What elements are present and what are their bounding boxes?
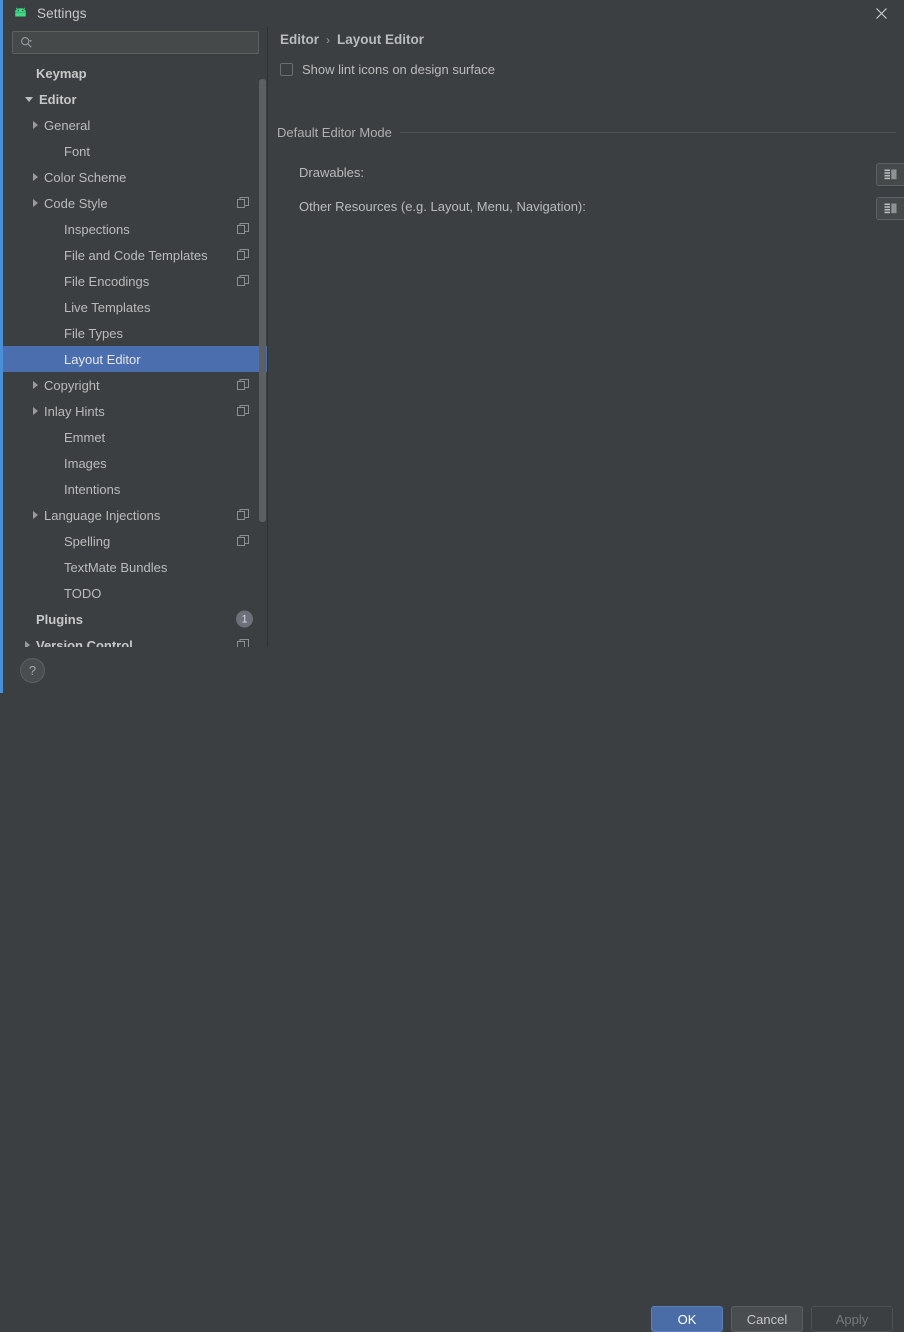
sidebar-item-label: File Types	[64, 325, 124, 341]
sidebar-item-label: Layout Editor	[64, 351, 141, 367]
ok-button[interactable]: OK	[651, 1306, 723, 1332]
show-lint-icons-checkbox-row[interactable]: Show lint icons on design surface	[280, 62, 495, 77]
sidebar-item-label: Copyright	[44, 377, 100, 393]
sidebar-item-code-style[interactable]: Code Style	[3, 190, 267, 216]
split-mode-icon	[884, 203, 898, 215]
sidebar-item-label: Keymap	[36, 65, 87, 81]
sidebar-item-inspections[interactable]: Inspections	[3, 216, 267, 242]
sidebar-item-label: Intentions	[64, 481, 121, 497]
search-icon	[19, 36, 33, 50]
chevron-right-icon[interactable]	[33, 173, 38, 181]
sidebar-item-todo[interactable]: TODO	[3, 580, 267, 606]
settings-tree[interactable]: Keymap Editor General Font Color Scheme Code …	[3, 60, 267, 647]
sidebar-item-spelling[interactable]: Spelling	[3, 528, 267, 554]
show-lint-icons-label: Show lint icons on design surface	[302, 62, 495, 77]
help-button[interactable]: ?	[20, 658, 45, 683]
copy-icon	[236, 404, 250, 418]
sidebar-item-label: File and Code Templates	[64, 247, 208, 263]
sidebar-item-language-injections[interactable]: Language Injections	[3, 502, 267, 528]
copy-icon	[236, 248, 250, 262]
sidebar-item-label: TODO	[64, 585, 102, 601]
sidebar-item-label: Live Templates	[64, 299, 151, 315]
settings-sidebar: Keymap Editor General Font Color Scheme Code …	[3, 27, 268, 647]
sidebar-item-label: Images	[64, 455, 107, 471]
sidebar-item-color-scheme[interactable]: Color Scheme	[3, 164, 267, 190]
default-editor-mode-group-header: Default Editor Mode	[277, 125, 896, 140]
sidebar-item-images[interactable]: Images	[3, 450, 267, 476]
sidebar-item-editor[interactable]: Editor	[3, 86, 267, 112]
sidebar-item-general[interactable]: General	[3, 112, 267, 138]
sidebar-item-label: Inspections	[64, 221, 130, 237]
sidebar-scrollbar-thumb[interactable]	[259, 79, 266, 522]
sidebar-item-emmet[interactable]: Emmet	[3, 424, 267, 450]
title-bar: Settings	[3, 0, 904, 27]
group-divider	[399, 132, 896, 133]
sidebar-item-label: File Encodings	[64, 273, 150, 289]
cancel-button[interactable]: Cancel	[731, 1306, 803, 1332]
copy-icon	[236, 196, 250, 210]
dialog-body: Keymap Editor General Font Color Scheme Code …	[3, 27, 904, 647]
sidebar-item-keymap[interactable]: Keymap	[3, 60, 267, 86]
sidebar-item-label: Font	[64, 143, 91, 159]
sidebar-item-intentions[interactable]: Intentions	[3, 476, 267, 502]
breadcrumb-current: Layout Editor	[337, 32, 424, 47]
apply-button: Apply	[811, 1306, 893, 1332]
sidebar-item-label: Inlay Hints	[44, 403, 105, 419]
sidebar-item-plugins[interactable]: Plugins 1	[3, 606, 267, 632]
drawables-field-row: Drawables:	[299, 165, 364, 180]
drawables-mode-dropdown[interactable]: Split	[876, 163, 904, 186]
dialog-footer: ? OK Cancel Apply	[3, 647, 904, 1332]
drawables-label: Drawables:	[299, 165, 365, 180]
sidebar-item-inlay-hints[interactable]: Inlay Hints	[3, 398, 267, 424]
copy-icon	[236, 534, 250, 548]
sidebar-item-label: Color Scheme	[44, 169, 127, 185]
settings-dialog: Settings Keymap Editor General Font Colo…	[0, 0, 904, 1332]
close-icon[interactable]	[858, 0, 904, 27]
chevron-right-icon[interactable]	[33, 121, 38, 129]
breadcrumb: Editor › Layout Editor	[280, 32, 424, 47]
copy-icon	[236, 274, 250, 288]
settings-detail-panel: Editor › Layout Editor Show lint icons o…	[269, 27, 904, 647]
sidebar-item-file-and-code-templates[interactable]: File and Code Templates	[3, 242, 267, 268]
sidebar-item-font[interactable]: Font	[3, 138, 267, 164]
breadcrumb-separator-icon: ›	[326, 32, 330, 47]
sidebar-item-file-encodings[interactable]: File Encodings	[3, 268, 267, 294]
window-title: Settings	[37, 6, 87, 21]
copy-icon	[236, 508, 250, 522]
sidebar-item-label: Language Injections	[44, 507, 161, 523]
sidebar-item-label: Plugins	[36, 611, 83, 627]
chevron-right-icon[interactable]	[33, 407, 38, 415]
sidebar-item-label: Spelling	[64, 533, 111, 549]
chevron-right-icon[interactable]	[33, 199, 38, 207]
sidebar-item-file-types[interactable]: File Types	[3, 320, 267, 346]
chevron-down-icon[interactable]	[25, 96, 33, 102]
sidebar-item-textmate-bundles[interactable]: TextMate Bundles	[3, 554, 267, 580]
sidebar-item-label: Editor	[39, 91, 77, 107]
breadcrumb-parent[interactable]: Editor	[280, 32, 319, 47]
chevron-right-icon[interactable]	[33, 511, 38, 519]
other-resources-field-row: Other Resources (e.g. Layout, Menu, Navi…	[299, 199, 586, 214]
group-title: Default Editor Mode	[277, 125, 392, 140]
other-resources-label: Other Resources (e.g. Layout, Menu, Navi…	[299, 199, 586, 214]
sidebar-item-label: TextMate Bundles	[64, 559, 168, 575]
plugins-update-badge: 1	[236, 610, 253, 628]
search-input[interactable]	[33, 33, 258, 52]
sidebar-item-layout-editor[interactable]: Layout Editor	[3, 346, 267, 372]
sidebar-item-label: General	[44, 117, 91, 133]
copy-icon	[236, 638, 250, 647]
sidebar-item-copyright[interactable]: Copyright	[3, 372, 267, 398]
split-mode-icon	[884, 169, 898, 181]
sidebar-item-live-templates[interactable]: Live Templates	[3, 294, 267, 320]
show-lint-icons-checkbox[interactable]	[280, 63, 293, 76]
chevron-right-icon[interactable]	[33, 381, 38, 389]
sidebar-item-label: Emmet	[64, 429, 106, 445]
search-field[interactable]	[12, 31, 259, 54]
copy-icon	[236, 378, 250, 392]
other-resources-mode-dropdown[interactable]: Split	[876, 197, 904, 220]
copy-icon	[236, 222, 250, 236]
sidebar-item-label: Version Control	[36, 637, 133, 648]
sidebar-item-version-control[interactable]: Version Control	[3, 632, 267, 647]
sidebar-item-label: Code Style	[44, 195, 108, 211]
android-icon	[11, 5, 29, 23]
